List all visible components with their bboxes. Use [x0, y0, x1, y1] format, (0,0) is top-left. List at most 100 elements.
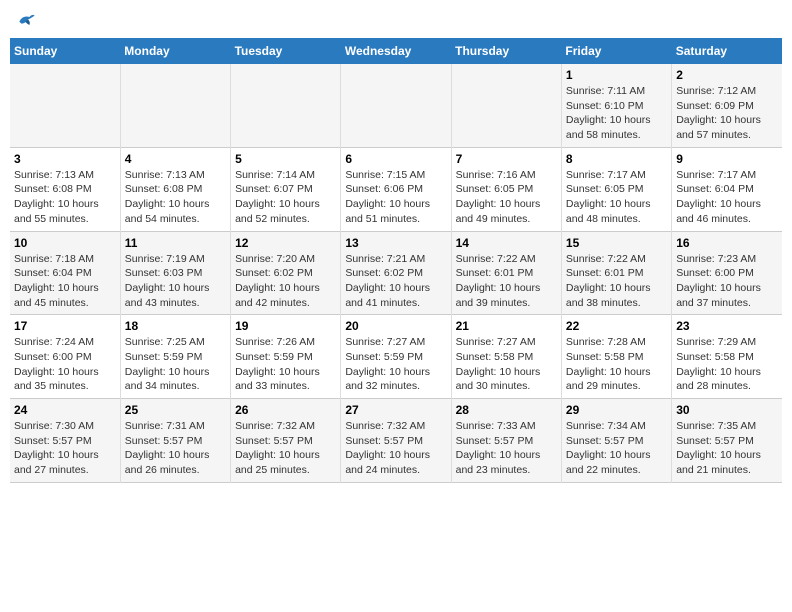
day-info: Sunrise: 7:32 AM Sunset: 5:57 PM Dayligh… [235, 419, 336, 478]
day-info: Sunrise: 7:30 AM Sunset: 5:57 PM Dayligh… [14, 419, 116, 478]
day-info: Sunrise: 7:11 AM Sunset: 6:10 PM Dayligh… [566, 84, 667, 143]
calendar-cell: 21 Sunrise: 7:27 AM Sunset: 5:58 PM Dayli… [451, 315, 561, 399]
day-info: Sunrise: 7:22 AM Sunset: 6:01 PM Dayligh… [566, 252, 667, 311]
day-info: Sunrise: 7:25 AM Sunset: 5:59 PM Dayligh… [125, 335, 226, 394]
day-info: Sunrise: 7:27 AM Sunset: 5:59 PM Dayligh… [345, 335, 446, 394]
day-number: 15 [566, 236, 667, 250]
day-number: 21 [456, 319, 557, 333]
day-info: Sunrise: 7:13 AM Sunset: 6:08 PM Dayligh… [14, 168, 116, 227]
day-number: 6 [345, 152, 446, 166]
calendar-table: SundayMondayTuesdayWednesdayThursdayFrid… [10, 38, 782, 483]
calendar-cell: 27 Sunrise: 7:32 AM Sunset: 5:57 PM Dayli… [341, 399, 451, 483]
day-info: Sunrise: 7:33 AM Sunset: 5:57 PM Dayligh… [456, 419, 557, 478]
calendar-cell: 3 Sunrise: 7:13 AM Sunset: 6:08 PM Daylig… [10, 147, 120, 231]
day-info: Sunrise: 7:23 AM Sunset: 6:00 PM Dayligh… [676, 252, 778, 311]
calendar-cell [451, 64, 561, 147]
calendar-cell: 1 Sunrise: 7:11 AM Sunset: 6:10 PM Daylig… [561, 64, 671, 147]
page-header [10, 10, 782, 30]
day-number: 3 [14, 152, 116, 166]
day-info: Sunrise: 7:29 AM Sunset: 5:58 PM Dayligh… [676, 335, 778, 394]
calendar-cell [341, 64, 451, 147]
calendar-cell: 19 Sunrise: 7:26 AM Sunset: 5:59 PM Dayli… [231, 315, 341, 399]
column-header-saturday: Saturday [672, 38, 782, 64]
day-number: 22 [566, 319, 667, 333]
calendar-week-row: 3 Sunrise: 7:13 AM Sunset: 6:08 PM Daylig… [10, 147, 782, 231]
day-info: Sunrise: 7:14 AM Sunset: 6:07 PM Dayligh… [235, 168, 336, 227]
day-number: 20 [345, 319, 446, 333]
day-info: Sunrise: 7:31 AM Sunset: 5:57 PM Dayligh… [125, 419, 226, 478]
day-info: Sunrise: 7:24 AM Sunset: 6:00 PM Dayligh… [14, 335, 116, 394]
day-info: Sunrise: 7:19 AM Sunset: 6:03 PM Dayligh… [125, 252, 226, 311]
calendar-cell: 4Sunrise: 7:13 AM Sunset: 6:08 PM Daylig… [120, 147, 230, 231]
calendar-cell: 25 Sunrise: 7:31 AM Sunset: 5:57 PM Dayli… [120, 399, 230, 483]
calendar-cell: 29Sunrise: 7:34 AM Sunset: 5:57 PM Dayli… [561, 399, 671, 483]
calendar-cell: 20 Sunrise: 7:27 AM Sunset: 5:59 PM Dayli… [341, 315, 451, 399]
day-number: 19 [235, 319, 336, 333]
day-info: Sunrise: 7:34 AM Sunset: 5:57 PM Dayligh… [566, 419, 667, 478]
calendar-cell: 28 Sunrise: 7:33 AM Sunset: 5:57 PM Dayli… [451, 399, 561, 483]
calendar-cell: 6Sunrise: 7:15 AM Sunset: 6:06 PM Daylig… [341, 147, 451, 231]
calendar-cell: 14 Sunrise: 7:22 AM Sunset: 6:01 PM Dayli… [451, 231, 561, 315]
day-number: 27 [345, 403, 446, 417]
day-number: 9 [676, 152, 778, 166]
calendar-cell: 26 Sunrise: 7:32 AM Sunset: 5:57 PM Dayli… [231, 399, 341, 483]
calendar-cell [120, 64, 230, 147]
day-info: Sunrise: 7:16 AM Sunset: 6:05 PM Dayligh… [456, 168, 557, 227]
day-number: 18 [125, 319, 226, 333]
column-header-tuesday: Tuesday [231, 38, 341, 64]
day-info: Sunrise: 7:32 AM Sunset: 5:57 PM Dayligh… [345, 419, 446, 478]
day-info: Sunrise: 7:27 AM Sunset: 5:58 PM Dayligh… [456, 335, 557, 394]
day-number: 30 [676, 403, 778, 417]
calendar-week-row: 1 Sunrise: 7:11 AM Sunset: 6:10 PM Daylig… [10, 64, 782, 147]
calendar-cell [10, 64, 120, 147]
day-number: 28 [456, 403, 557, 417]
column-header-wednesday: Wednesday [341, 38, 451, 64]
column-header-thursday: Thursday [451, 38, 561, 64]
calendar-cell: 17 Sunrise: 7:24 AM Sunset: 6:00 PM Dayli… [10, 315, 120, 399]
calendar-cell: 12 Sunrise: 7:20 AM Sunset: 6:02 PM Dayli… [231, 231, 341, 315]
day-number: 14 [456, 236, 557, 250]
calendar-cell: 18 Sunrise: 7:25 AM Sunset: 5:59 PM Dayli… [120, 315, 230, 399]
calendar-week-row: 24 Sunrise: 7:30 AM Sunset: 5:57 PM Dayli… [10, 399, 782, 483]
column-header-friday: Friday [561, 38, 671, 64]
calendar-cell: 23Sunrise: 7:29 AM Sunset: 5:58 PM Dayli… [672, 315, 782, 399]
calendar-header-row: SundayMondayTuesdayWednesdayThursdayFrid… [10, 38, 782, 64]
calendar-cell: 10 Sunrise: 7:18 AM Sunset: 6:04 PM Dayli… [10, 231, 120, 315]
day-number: 4 [125, 152, 226, 166]
day-number: 5 [235, 152, 336, 166]
calendar-cell: 9 Sunrise: 7:17 AM Sunset: 6:04 PM Daylig… [672, 147, 782, 231]
day-info: Sunrise: 7:18 AM Sunset: 6:04 PM Dayligh… [14, 252, 116, 311]
calendar-cell: 2 Sunrise: 7:12 AM Sunset: 6:09 PM Daylig… [672, 64, 782, 147]
column-header-sunday: Sunday [10, 38, 120, 64]
day-info: Sunrise: 7:22 AM Sunset: 6:01 PM Dayligh… [456, 252, 557, 311]
column-header-monday: Monday [120, 38, 230, 64]
day-number: 11 [125, 236, 226, 250]
logo-bird-icon [16, 10, 36, 30]
day-info: Sunrise: 7:17 AM Sunset: 6:05 PM Dayligh… [566, 168, 667, 227]
day-info: Sunrise: 7:26 AM Sunset: 5:59 PM Dayligh… [235, 335, 336, 394]
day-number: 24 [14, 403, 116, 417]
day-number: 12 [235, 236, 336, 250]
calendar-cell: 15 Sunrise: 7:22 AM Sunset: 6:01 PM Dayli… [561, 231, 671, 315]
day-info: Sunrise: 7:12 AM Sunset: 6:09 PM Dayligh… [676, 84, 778, 143]
day-number: 7 [456, 152, 557, 166]
calendar-cell [231, 64, 341, 147]
calendar-week-row: 10 Sunrise: 7:18 AM Sunset: 6:04 PM Dayli… [10, 231, 782, 315]
day-number: 17 [14, 319, 116, 333]
day-info: Sunrise: 7:21 AM Sunset: 6:02 PM Dayligh… [345, 252, 446, 311]
calendar-cell: 30 Sunrise: 7:35 AM Sunset: 5:57 PM Dayli… [672, 399, 782, 483]
calendar-cell: 22Sunrise: 7:28 AM Sunset: 5:58 PM Dayli… [561, 315, 671, 399]
calendar-cell: 16 Sunrise: 7:23 AM Sunset: 6:00 PM Dayli… [672, 231, 782, 315]
day-info: Sunrise: 7:35 AM Sunset: 5:57 PM Dayligh… [676, 419, 778, 478]
calendar-week-row: 17 Sunrise: 7:24 AM Sunset: 6:00 PM Dayli… [10, 315, 782, 399]
day-number: 25 [125, 403, 226, 417]
day-number: 16 [676, 236, 778, 250]
day-info: Sunrise: 7:20 AM Sunset: 6:02 PM Dayligh… [235, 252, 336, 311]
day-info: Sunrise: 7:17 AM Sunset: 6:04 PM Dayligh… [676, 168, 778, 227]
day-number: 26 [235, 403, 336, 417]
day-number: 1 [566, 68, 667, 82]
calendar-cell: 11 Sunrise: 7:19 AM Sunset: 6:03 PM Dayli… [120, 231, 230, 315]
day-number: 2 [676, 68, 778, 82]
day-number: 13 [345, 236, 446, 250]
day-number: 10 [14, 236, 116, 250]
